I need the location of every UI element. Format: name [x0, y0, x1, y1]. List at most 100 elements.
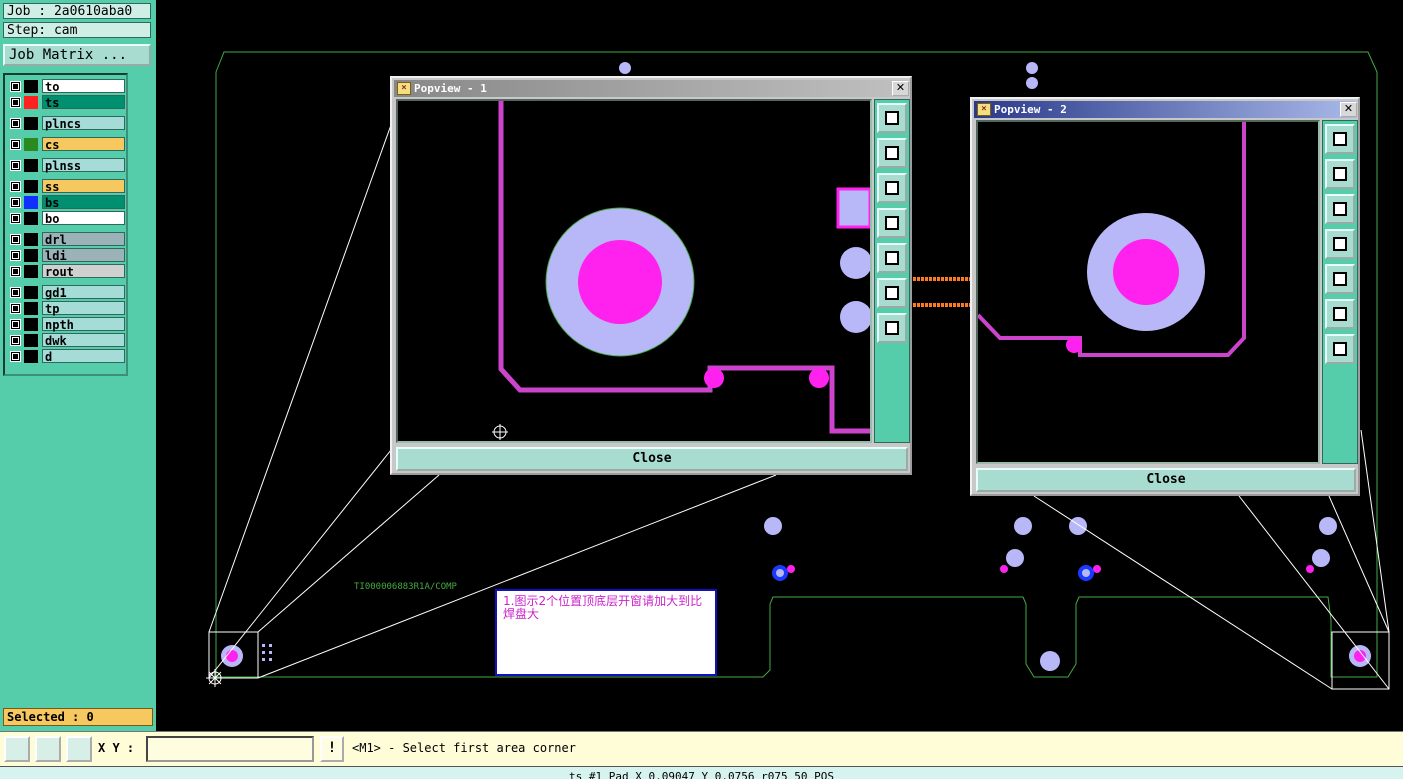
zoom-out-icon[interactable]	[1325, 334, 1355, 364]
layer-checkbox[interactable]	[10, 351, 21, 362]
layer-color-swatch	[24, 159, 38, 172]
layer-name[interactable]: ts	[42, 95, 125, 110]
layer-row-npth[interactable]: npth	[7, 317, 125, 332]
layer-name[interactable]: bs	[42, 195, 125, 210]
pan-right-icon[interactable]	[877, 243, 907, 273]
popview-1-canvas[interactable]	[396, 99, 872, 443]
zoom-in-icon[interactable]	[1325, 299, 1355, 329]
layer-row-ss[interactable]: ss	[7, 179, 125, 194]
layer-checkbox[interactable]	[10, 287, 21, 298]
pan-up-icon[interactable]	[1325, 159, 1355, 189]
layer-name[interactable]: rout	[42, 264, 125, 279]
layer-row-ldi[interactable]: ldi	[7, 248, 125, 263]
popview-1-window: × Popview - 1 ✕ Close	[390, 76, 912, 475]
layer-name[interactable]: plnss	[42, 158, 125, 173]
popview-2-canvas[interactable]	[976, 120, 1320, 464]
layer-checkbox[interactable]	[10, 81, 21, 92]
pad	[1312, 549, 1330, 567]
layer-color-swatch	[24, 212, 38, 225]
zoom-home-icon[interactable]	[877, 103, 907, 133]
status-bar: ts #1 Pad X 0.09047 Y 0.0756 r075 50 POS	[0, 766, 1403, 779]
layer-name[interactable]: drl	[42, 232, 125, 247]
select-tool-icon[interactable]	[4, 736, 30, 762]
popview-1-toolbar	[874, 99, 910, 443]
layer-row-bo[interactable]: bo	[7, 211, 125, 226]
layer-name[interactable]: d	[42, 349, 125, 364]
annotation-note: 1.图示2个位置顶底层开窗请加大到比焊盘大	[495, 589, 717, 676]
popview-2-drawing	[978, 122, 1246, 357]
close-icon[interactable]: ✕	[1340, 102, 1357, 117]
layer-row-plncs[interactable]: plncs	[7, 116, 125, 131]
layer-row-bs[interactable]: bs	[7, 195, 125, 210]
board-silk-text: TI000006883R1A/COMP	[354, 582, 457, 592]
layer-color-swatch	[24, 318, 38, 331]
layer-color-swatch	[24, 350, 38, 363]
layer-checkbox[interactable]	[10, 335, 21, 346]
xy-label: X Y :	[98, 741, 135, 755]
layer-name[interactable]: ldi	[42, 248, 125, 263]
layer-row-gd1[interactable]: gd1	[7, 285, 125, 300]
layer-checkbox[interactable]	[10, 250, 21, 261]
layer-checkbox[interactable]	[10, 160, 21, 171]
pad	[764, 517, 782, 535]
zoom-out-icon[interactable]	[877, 313, 907, 343]
layer-name[interactable]: to	[42, 79, 125, 94]
alert-button[interactable]: !	[320, 736, 344, 762]
pan-right-icon[interactable]	[1325, 264, 1355, 294]
layer-name[interactable]: dwk	[42, 333, 125, 348]
pad	[1026, 77, 1038, 89]
layer-row-ts[interactable]: ts	[7, 95, 125, 110]
grid-tool-icon[interactable]	[66, 736, 92, 762]
layer-name[interactable]: gd1	[42, 285, 125, 300]
popview-1-close-button[interactable]: Close	[396, 447, 908, 471]
layer-row-tp[interactable]: tp	[7, 301, 125, 316]
xy-input[interactable]	[146, 736, 314, 762]
layer-name[interactable]: tp	[42, 301, 125, 316]
layer-row-d[interactable]: d	[7, 349, 125, 364]
layer-row-to[interactable]: to	[7, 79, 125, 94]
pan-left-icon[interactable]	[1325, 229, 1355, 259]
layer-name[interactable]: bo	[42, 211, 125, 226]
layer-name[interactable]: plncs	[42, 116, 125, 131]
layer-checkbox[interactable]	[10, 139, 21, 150]
layer-list: to ts plncs cs plnss ss bs bo drl ldi rout gd1 tp npt…	[3, 73, 128, 376]
layer-color-swatch	[24, 80, 38, 93]
layer-checkbox[interactable]	[10, 303, 21, 314]
layer-checkbox[interactable]	[10, 266, 21, 277]
layer-checkbox[interactable]	[10, 197, 21, 208]
measure-tool-icon[interactable]	[35, 736, 61, 762]
pan-up-icon[interactable]	[877, 138, 907, 168]
left-panel: Job : 2a0610aba0 Step: cam Job Matrix ..…	[0, 0, 156, 731]
zoom-in-icon[interactable]	[877, 278, 907, 308]
layer-row-rout[interactable]: rout	[7, 264, 125, 279]
layer-checkbox[interactable]	[10, 118, 21, 129]
close-icon[interactable]: ✕	[892, 81, 909, 96]
bottom-toolbar: X Y : ! <M1> - Select first area corner	[0, 731, 1403, 766]
layer-checkbox[interactable]	[10, 181, 21, 192]
layer-row-cs[interactable]: cs	[7, 137, 125, 152]
layer-row-dwk[interactable]: dwk	[7, 333, 125, 348]
layer-checkbox[interactable]	[10, 213, 21, 224]
popview-1-titlebar[interactable]: × Popview - 1	[394, 80, 908, 97]
layer-checkbox[interactable]	[10, 97, 21, 108]
layer-checkbox[interactable]	[10, 319, 21, 330]
pan-down-icon[interactable]	[1325, 194, 1355, 224]
popview-2-title: Popview - 2	[994, 103, 1067, 116]
layer-name[interactable]: ss	[42, 179, 125, 194]
layer-name[interactable]: npth	[42, 317, 125, 332]
popview-1-drawing	[492, 101, 870, 440]
job-matrix-button[interactable]: Job Matrix ...	[3, 44, 151, 66]
layer-checkbox[interactable]	[10, 234, 21, 245]
layer-name[interactable]: cs	[42, 137, 125, 152]
pad	[1319, 517, 1337, 535]
pad	[1014, 517, 1032, 535]
layer-row-plnss[interactable]: plnss	[7, 158, 125, 173]
popview-2-close-button[interactable]: Close	[976, 468, 1356, 492]
pan-down-icon[interactable]	[877, 173, 907, 203]
zoom-home-icon[interactable]	[1325, 124, 1355, 154]
popview-2-titlebar[interactable]: × Popview - 2	[974, 101, 1356, 118]
popview-1-title: Popview - 1	[414, 82, 487, 95]
layer-row-drl[interactable]: drl	[7, 232, 125, 247]
popview-2-window: × Popview - 2 ✕ Close	[970, 97, 1360, 496]
pan-left-icon[interactable]	[877, 208, 907, 238]
